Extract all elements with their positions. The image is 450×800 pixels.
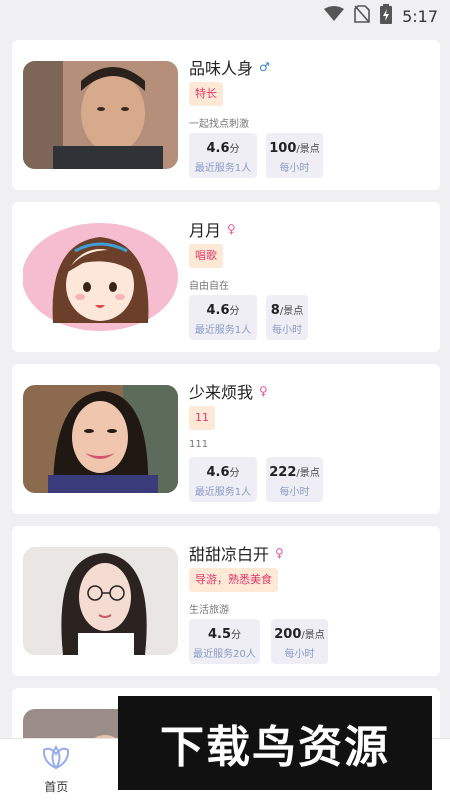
status-bar: 5:17: [0, 0, 450, 32]
clock: 5:17: [402, 6, 438, 26]
price-value: 8: [270, 303, 280, 318]
rating-box: 4.5分 最近服务20人: [189, 619, 260, 664]
companion-name: 月月: [189, 221, 222, 240]
companion-card[interactable]: 品味人身 ♂ 特长 一起找点刺激 4.6分 最近服务1人 100/景点 每小时: [12, 40, 440, 190]
skill-tag: 11: [189, 406, 215, 430]
home-logo-icon: [41, 744, 71, 774]
bio-text: 自由自在: [189, 281, 229, 292]
rating-unit: 分: [229, 306, 240, 317]
price-unit: /景点: [296, 468, 320, 479]
watermark-banner: 下载鸟资源: [118, 696, 432, 790]
companion-name: 少来烦我: [189, 383, 254, 402]
companion-card[interactable]: 月月 ♀ 唱歌 自由自在 4.6分 最近服务1人 8/景点 每小时: [12, 202, 440, 352]
profile-photo[interactable]: [23, 547, 178, 655]
rating-unit: 分: [231, 630, 242, 641]
nav-home[interactable]: 首页: [0, 739, 113, 800]
price-value: 222: [269, 465, 297, 480]
price-period: 每小时: [284, 649, 315, 660]
skill-tag: 唱歌: [189, 244, 223, 268]
price-unit: /景点: [296, 144, 320, 155]
bio-text: 生活旅游: [189, 605, 229, 616]
price-unit: /景点: [279, 306, 304, 317]
companion-name: 品味人身: [189, 59, 254, 78]
companion-card[interactable]: 少来烦我 ♀ 11 111 4.6分 最近服务1人 222/景点 每小时: [12, 364, 440, 514]
price-box: 100/景点 每小时: [266, 133, 323, 178]
rating-value: 4.6: [206, 303, 230, 318]
served-count: 最近服务1人: [194, 325, 252, 336]
rating-box: 4.6分 最近服务1人: [189, 457, 257, 502]
rating-value: 4.6: [206, 141, 230, 156]
rating-box: 4.6分 最近服务1人: [189, 295, 257, 340]
wifi-icon: [324, 6, 345, 26]
price-box: 200/景点 每小时: [271, 619, 328, 664]
price-unit: /景点: [301, 630, 325, 641]
male-icon: ♂: [259, 60, 270, 74]
price-box: 222/景点 每小时: [266, 457, 323, 502]
profile-photo[interactable]: [23, 385, 178, 493]
price-period: 每小时: [279, 163, 310, 174]
rating-unit: 分: [229, 468, 240, 479]
bio-text: 111: [189, 439, 209, 450]
skill-tag: 特长: [189, 82, 223, 106]
female-icon: ♀: [259, 384, 268, 398]
price-period: 每小时: [272, 325, 302, 336]
bio-text: 一起找点刺激: [189, 119, 249, 130]
rating-value: 4.5: [207, 627, 232, 642]
rating-unit: 分: [229, 144, 240, 155]
rating-box: 4.6分 最近服务1人: [189, 133, 257, 178]
skill-tag: 导游，熟悉美食: [189, 568, 278, 592]
served-count: 最近服务20人: [193, 649, 256, 660]
price-value: 100: [269, 141, 297, 156]
watermark-text: 下载鸟资源: [160, 722, 390, 773]
served-count: 最近服务1人: [194, 487, 252, 498]
companion-name: 甜甜凉白开: [189, 545, 270, 564]
profile-photo[interactable]: [23, 61, 178, 169]
battery-charging-icon: [380, 4, 393, 28]
price-value: 200: [274, 627, 302, 642]
rating-value: 4.6: [206, 465, 230, 480]
companion-card[interactable]: 甜甜凉白开 ♀ 导游，熟悉美食 生活旅游 4.5分 最近服务20人 200/景点…: [12, 526, 440, 676]
profile-photo[interactable]: [23, 223, 178, 331]
female-icon: ♀: [275, 546, 284, 560]
price-period: 每小时: [279, 487, 310, 498]
nav-home-label: 首页: [44, 780, 69, 794]
price-box: 8/景点 每小时: [266, 295, 308, 340]
no-sim-icon: [354, 5, 370, 27]
served-count: 最近服务1人: [194, 163, 252, 174]
female-icon: ♀: [227, 222, 236, 236]
